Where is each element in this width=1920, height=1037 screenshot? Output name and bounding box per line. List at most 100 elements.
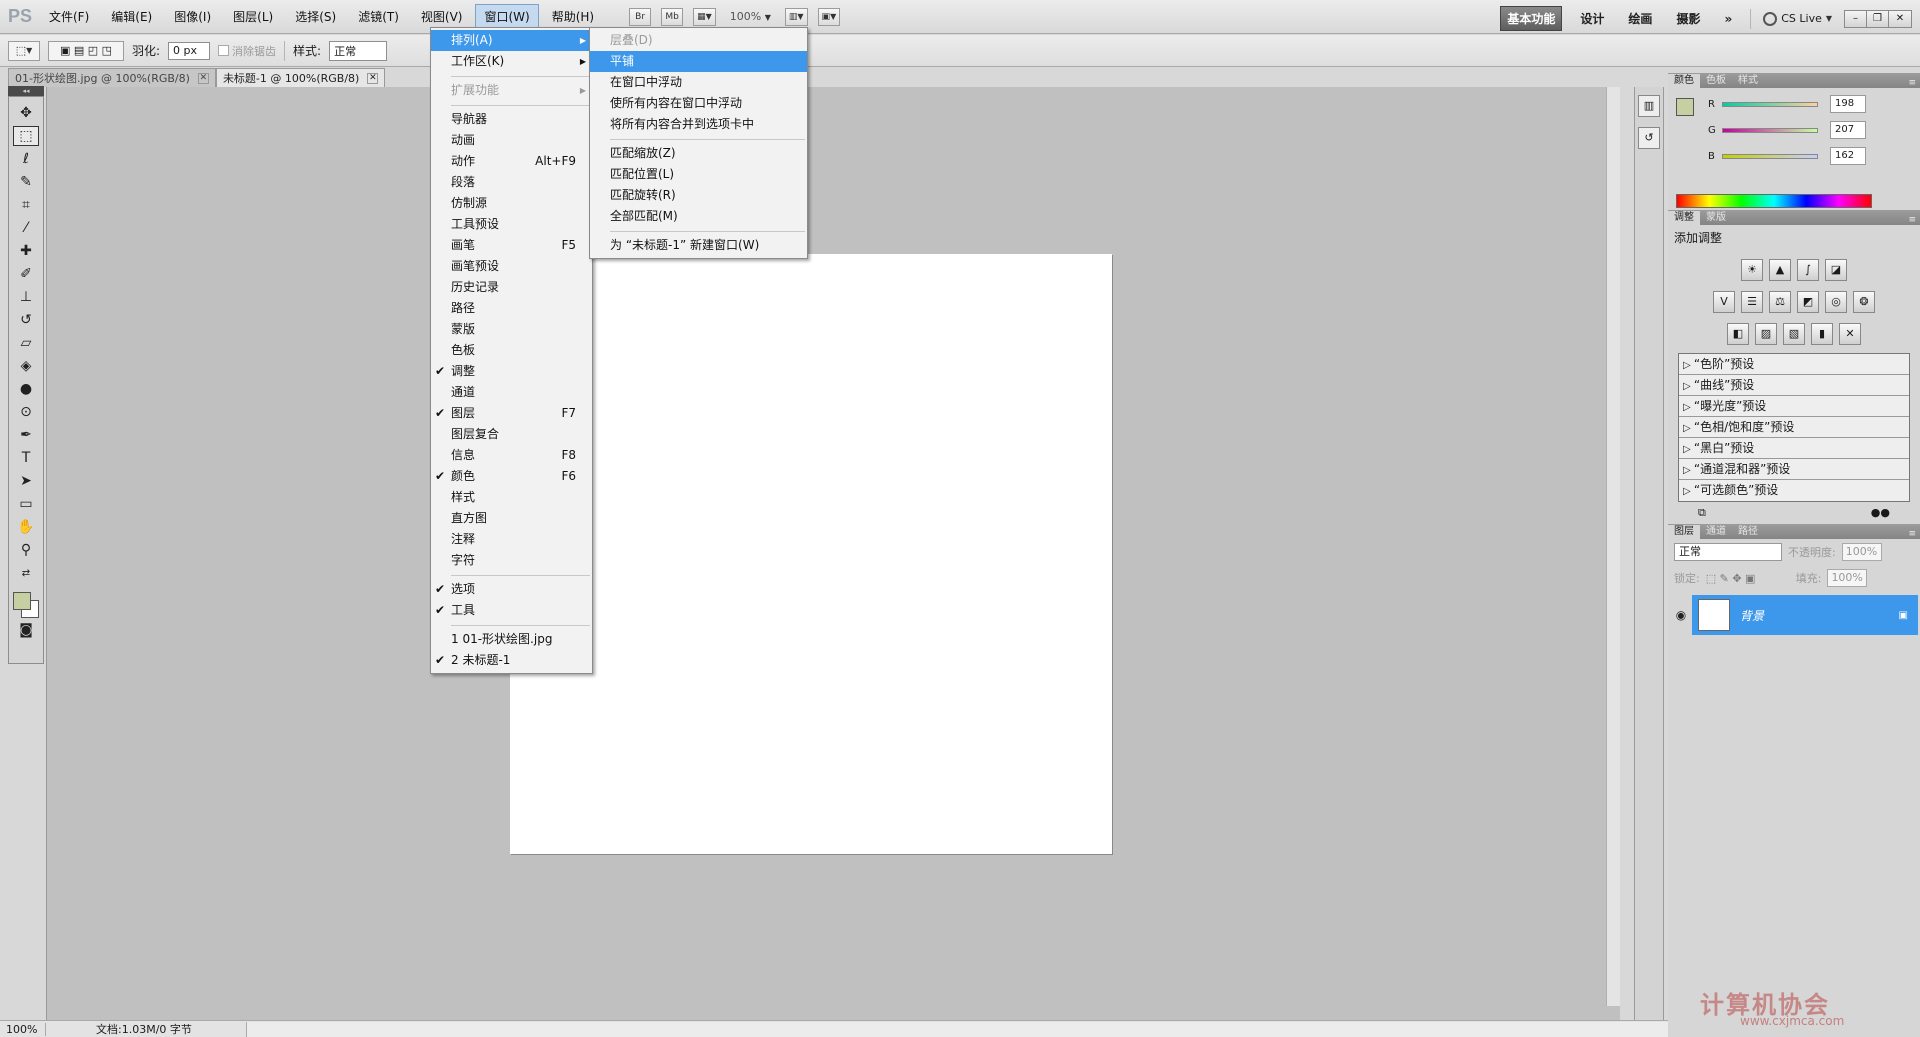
bridge-button[interactable]: Br	[629, 7, 652, 26]
menu-option[interactable]: ✔ 2 未标题-1	[431, 650, 592, 671]
menu-option[interactable]: 字符	[431, 550, 592, 571]
minimize-icon[interactable]: –	[1845, 10, 1867, 27]
color-balance-icon[interactable]: ⚖	[1769, 291, 1791, 313]
preset-item[interactable]: “曝光度”预设	[1679, 396, 1909, 417]
menu-option[interactable]: 色板	[431, 340, 592, 361]
workspace-photography[interactable]: 摄影	[1670, 7, 1706, 30]
menu-option[interactable]: 匹配旋转(R)	[590, 185, 807, 206]
preset-item[interactable]: “色相/饱和度”预设	[1679, 417, 1909, 438]
preset-item[interactable]: “曲线”预设	[1679, 375, 1909, 396]
brightness-contrast-icon[interactable]: ☀	[1741, 259, 1763, 281]
hand-tool-icon[interactable]: ✋	[13, 517, 39, 537]
foreground-color-swatch[interactable]	[13, 592, 31, 610]
screen-mode-button[interactable]: ▣ ▼	[817, 7, 841, 26]
eyedropper-tool-icon[interactable]: ⁄	[13, 218, 39, 238]
menu-option[interactable]: 动画	[431, 130, 592, 151]
menu-option[interactable]: 通道	[431, 382, 592, 403]
color-spectrum-bar[interactable]	[1676, 194, 1872, 208]
document-info[interactable]: 文档:1.03M/0 字节	[46, 1021, 246, 1037]
menu-item[interactable]: 窗口(W)	[475, 4, 539, 29]
workspace-design[interactable]: 设计	[1574, 7, 1610, 30]
channel-mixer-icon[interactable]: ❂	[1853, 291, 1875, 313]
exposure-icon[interactable]: ◪	[1825, 259, 1847, 281]
menu-option[interactable]: 在窗口中浮动	[590, 72, 807, 93]
menu-option[interactable]: 匹配缩放(Z)	[590, 143, 807, 164]
tab-document-2[interactable]: 未标题-1 @ 100%(RGB/8) ✕	[215, 68, 386, 87]
adjustments-options-icon[interactable]: ●●	[1871, 506, 1890, 520]
levels-icon[interactable]: ▲	[1769, 259, 1791, 281]
eye-icon[interactable]: ◉	[1670, 595, 1692, 635]
menu-option[interactable]: 将所有内容合并到选项卡中	[590, 114, 807, 135]
history-icon[interactable]: ↺	[1638, 127, 1660, 149]
tab-styles[interactable]: 样式	[1732, 74, 1764, 88]
panel-menu-icon[interactable]: ≡	[1908, 78, 1920, 88]
red-value-input[interactable]: 198	[1830, 95, 1866, 113]
photo-filter-icon[interactable]: ◎	[1825, 291, 1847, 313]
menu-option[interactable]: 1 01-形状绘图.jpg	[431, 629, 592, 650]
curves-icon[interactable]: ∫	[1797, 259, 1819, 281]
invert-icon[interactable]: ◧	[1727, 323, 1749, 345]
history-brush-tool-icon[interactable]: ↺	[13, 310, 39, 330]
lock-buttons[interactable]: ⬚ ✎ ✥ ▣	[1706, 572, 1770, 585]
shape-tool-icon[interactable]: ▭	[13, 494, 39, 514]
preset-item[interactable]: “色阶”预设	[1679, 354, 1909, 375]
pen-tool-icon[interactable]: ✒	[13, 425, 39, 445]
menu-item[interactable]: 视图(V)	[412, 4, 472, 29]
close-icon[interactable]: ✕	[1889, 10, 1911, 27]
eraser-tool-icon[interactable]: ▱	[13, 333, 39, 353]
panel-menu-icon[interactable]: ≡	[1908, 215, 1920, 225]
menu-item[interactable]: 帮助(H)	[543, 4, 603, 29]
menu-option[interactable]: 段落	[431, 172, 592, 193]
menu-option[interactable]: 排列(A) ▶	[431, 30, 592, 51]
horizontal-scrollbar[interactable]	[246, 1021, 1668, 1037]
blur-tool-icon[interactable]: ●	[13, 379, 39, 399]
healing-brush-tool-icon[interactable]: ✚	[13, 241, 39, 261]
vibrance-icon[interactable]: V	[1713, 291, 1735, 313]
blue-value-input[interactable]: 162	[1830, 147, 1866, 165]
menu-option[interactable]: ✔ 图层 F7	[431, 403, 592, 424]
tab-masks[interactable]: 蒙版	[1700, 211, 1732, 225]
selection-mode-buttons[interactable]: ▣ ▤ ◰ ◳	[48, 40, 124, 61]
menu-item[interactable]: 编辑(E)	[102, 4, 161, 29]
gradient-map-icon[interactable]: ▮	[1811, 323, 1833, 345]
close-icon[interactable]: ✕	[367, 72, 379, 84]
layer-background[interactable]: ◉ 背景 ▣	[1670, 595, 1918, 635]
posterize-icon[interactable]: ▨	[1755, 323, 1777, 345]
menu-item[interactable]: 图层(L)	[224, 4, 282, 29]
menu-option[interactable]: 路径	[431, 298, 592, 319]
histogram-icon[interactable]: ▥	[1638, 95, 1660, 117]
cs-live-button[interactable]: CS Live ▼	[1763, 11, 1832, 26]
marquee-tool-icon[interactable]: ⬚	[13, 126, 39, 146]
menu-option[interactable]: ✔ 选项	[431, 579, 592, 600]
preset-item[interactable]: “黑白”预设	[1679, 438, 1909, 459]
panel-menu-icon[interactable]: ≡	[1908, 529, 1920, 539]
menu-option[interactable]: 使所有内容在窗口中浮动	[590, 93, 807, 114]
toolbox-collapse-bar[interactable]: ◂◂	[8, 86, 44, 96]
color-swatches[interactable]	[11, 590, 41, 620]
style-select[interactable]: 正常	[329, 40, 388, 61]
red-slider[interactable]: R 198	[1708, 94, 1908, 114]
menu-option[interactable]: 样式	[431, 487, 592, 508]
menu-option[interactable]: 注释	[431, 529, 592, 550]
move-tool-icon[interactable]: ✥	[13, 103, 39, 123]
menu-option[interactable]: 仿制源	[431, 193, 592, 214]
menu-option[interactable]: 蒙版	[431, 319, 592, 340]
quick-mask-icon[interactable]: ◙	[13, 620, 39, 640]
hue-saturation-icon[interactable]: ☰	[1741, 291, 1763, 313]
brush-tool-icon[interactable]: ✐	[13, 264, 39, 284]
menu-option[interactable]: ✔ 工具	[431, 600, 592, 621]
workspace-essentials[interactable]: 基本功能	[1500, 6, 1563, 31]
black-white-icon[interactable]: ◩	[1797, 291, 1819, 313]
paint-bucket-tool-icon[interactable]: ◈	[13, 356, 39, 376]
restore-icon[interactable]: ❐	[1867, 10, 1889, 27]
swap-colors-icon[interactable]: ⇄	[13, 563, 39, 583]
menu-item[interactable]: 文件(F)	[40, 4, 98, 29]
view-extras-button[interactable]: ▦ ▼	[693, 7, 716, 26]
blue-slider[interactable]: B 162	[1708, 146, 1908, 166]
minibridge-button[interactable]: Mb	[661, 7, 684, 26]
menu-option[interactable]: ✔ 调整	[431, 361, 592, 382]
menu-option[interactable]: 动作 Alt+F9	[431, 151, 592, 172]
menu-option[interactable]: 匹配位置(L)	[590, 164, 807, 185]
green-slider[interactable]: G 207	[1708, 120, 1908, 140]
clone-stamp-tool-icon[interactable]: ⊥	[13, 287, 39, 307]
